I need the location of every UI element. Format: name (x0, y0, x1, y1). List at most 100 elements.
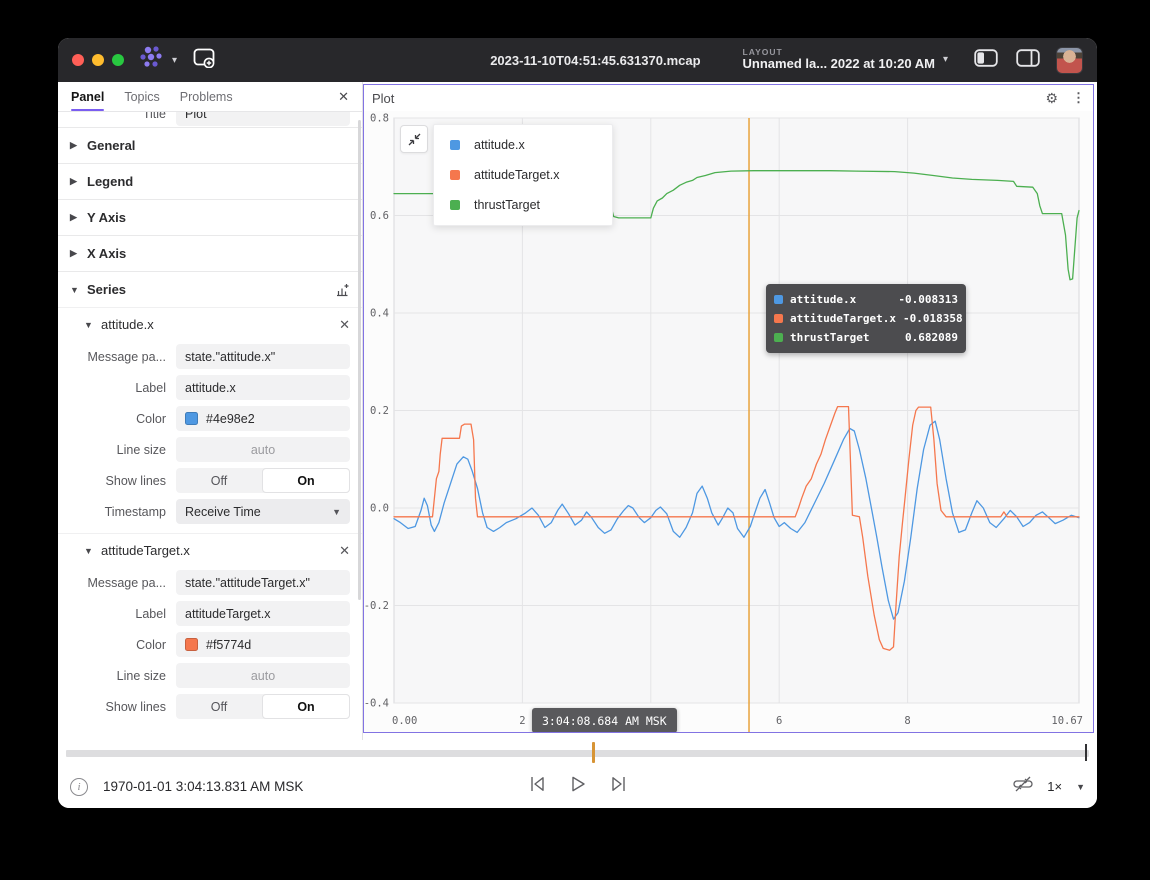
section-label: Series (87, 282, 126, 297)
add-panel-button[interactable] (193, 48, 217, 73)
series-editor-attitude-target-x[interactable]: ▼ attitudeTarget.x ✕ (58, 533, 362, 567)
collapse-legend-button[interactable] (400, 125, 428, 153)
section-label: Y Axis (87, 210, 126, 225)
color-swatch[interactable] (185, 638, 198, 651)
add-series-button[interactable] (334, 282, 350, 298)
right-sidebar-toggle-button[interactable] (1016, 49, 1040, 72)
caret-right-icon: ▶ (70, 176, 79, 187)
legend-item[interactable]: thrustTarget (434, 190, 612, 220)
color-hex: #f5774d (206, 638, 251, 652)
svg-text:0.0: 0.0 (370, 503, 389, 515)
label-input[interactable]: attitude.x (176, 375, 350, 400)
tab-topics[interactable]: Topics (124, 82, 159, 111)
show-lines-off-button[interactable]: Off (176, 694, 262, 719)
timestamp-label: Timestamp (58, 505, 176, 519)
tooltip-series-value: -0.008313 (898, 293, 958, 306)
timestamp-value: Receive Time (185, 505, 261, 519)
line-size-input[interactable]: auto (176, 663, 350, 688)
seek-backward-button[interactable] (527, 775, 547, 798)
chevron-down-icon: ▼ (332, 507, 341, 517)
legend-swatch (450, 200, 460, 210)
tooltip-series-name: attitude.x (790, 293, 891, 306)
playback-speed[interactable]: 1× (1047, 779, 1062, 794)
section-general[interactable]: ▶ General (58, 127, 362, 163)
close-window-button[interactable] (72, 54, 84, 66)
tooltip-swatch (774, 333, 783, 342)
foxglove-logo-icon (138, 45, 168, 76)
chevron-down-icon: ▾ (943, 54, 948, 65)
section-y-axis[interactable]: ▶ Y Axis (58, 199, 362, 235)
tab-problems[interactable]: Problems (180, 82, 233, 111)
color-hex: #4e98e2 (206, 412, 255, 426)
add-panel-icon (193, 55, 217, 72)
tab-panel[interactable]: Panel (71, 82, 104, 111)
color-label: Color (58, 638, 176, 652)
loop-playback-button[interactable] (1013, 775, 1033, 798)
color-label: Color (58, 412, 176, 426)
delete-series-icon[interactable]: ✕ (339, 543, 350, 559)
caret-down-icon: ▼ (70, 285, 79, 295)
sidebar-scrollbar[interactable] (358, 120, 361, 600)
tooltip-row: attitudeTarget.x-0.018358 (774, 309, 958, 328)
timestamp-select[interactable]: Receive Time ▼ (176, 499, 350, 524)
section-series[interactable]: ▼ Series (58, 271, 362, 307)
line-size-label: Line size (58, 669, 176, 683)
scrubber-playhead[interactable] (592, 742, 595, 763)
zoom-window-button[interactable] (112, 54, 124, 66)
add-chart-icon (334, 282, 350, 298)
tooltip-swatch (774, 314, 783, 323)
show-lines-on-button[interactable]: On (262, 694, 350, 719)
show-lines-off-button[interactable]: Off (176, 468, 262, 493)
window-controls[interactable] (72, 54, 124, 66)
svg-text:2: 2 (519, 715, 525, 727)
color-input[interactable]: #f5774d (176, 632, 350, 657)
delete-series-icon[interactable]: ✕ (339, 317, 350, 333)
close-icon[interactable]: ✕ (338, 89, 349, 105)
scrubber-track[interactable] (66, 750, 1089, 757)
app-menu-button[interactable]: ▾ (138, 45, 177, 76)
caret-right-icon: ▶ (70, 212, 79, 223)
left-sidebar-toggle-button[interactable] (974, 49, 998, 72)
label-input[interactable]: attitudeTarget.x (176, 601, 350, 626)
user-avatar[interactable] (1056, 47, 1083, 74)
plot-panel[interactable]: Plot ⚙ ⋮ 0.80.60.40.20.0-0.2-0.40.002468… (363, 84, 1094, 733)
collapse-icon (407, 132, 422, 147)
tooltip-series-value: -0.018358 (903, 312, 963, 325)
show-lines-on-button[interactable]: On (262, 468, 350, 493)
message-path-input[interactable]: state."attitude.x" (176, 344, 350, 369)
svg-text:6: 6 (776, 715, 782, 727)
section-label: X Axis (87, 246, 126, 261)
legend-label: thrustTarget (474, 198, 540, 212)
title-field-input[interactable]: Plot (176, 112, 350, 126)
data-source-title[interactable]: 2023-11-10T04:51:45.631370.mcap (490, 53, 700, 68)
svg-text:-0.2: -0.2 (364, 600, 389, 612)
layout-menu-button[interactable]: LAYOUT Unnamed la... 2022 at 10:20 AM ▾ (743, 48, 948, 73)
series-editor-attitude-x[interactable]: ▼ attitude.x ✕ (58, 307, 362, 341)
section-legend[interactable]: ▶ Legend (58, 163, 362, 199)
svg-text:10.67: 10.67 (1051, 715, 1083, 727)
show-lines-toggle: Off On (176, 694, 350, 719)
legend-label: attitudeTarget.x (474, 168, 559, 182)
minimize-window-button[interactable] (92, 54, 104, 66)
legend-item[interactable]: attitudeTarget.x (434, 160, 612, 190)
info-icon[interactable]: i (70, 778, 88, 796)
svg-text:-0.4: -0.4 (364, 698, 389, 710)
section-label: Legend (87, 174, 133, 189)
seek-forward-button[interactable] (609, 775, 629, 798)
legend-item[interactable]: attitude.x (434, 130, 612, 160)
play-button[interactable] (569, 775, 587, 798)
line-size-input[interactable]: auto (176, 437, 350, 462)
show-lines-label: Show lines (58, 474, 176, 488)
legend-swatch (450, 170, 460, 180)
line-size-label: Line size (58, 443, 176, 457)
color-swatch[interactable] (185, 412, 198, 425)
show-lines-label: Show lines (58, 700, 176, 714)
message-path-label: Message pa... (58, 576, 176, 590)
chevron-down-icon[interactable]: ▼ (1076, 782, 1085, 792)
section-x-axis[interactable]: ▶ X Axis (58, 235, 362, 271)
message-path-input[interactable]: state."attitudeTarget.x" (176, 570, 350, 595)
playback-scrubber[interactable] (58, 740, 1097, 764)
color-input[interactable]: #4e98e2 (176, 406, 350, 431)
plot-legend[interactable]: attitude.x attitudeTarget.x thrustTarget (433, 124, 613, 226)
svg-text:0.4: 0.4 (370, 308, 389, 320)
